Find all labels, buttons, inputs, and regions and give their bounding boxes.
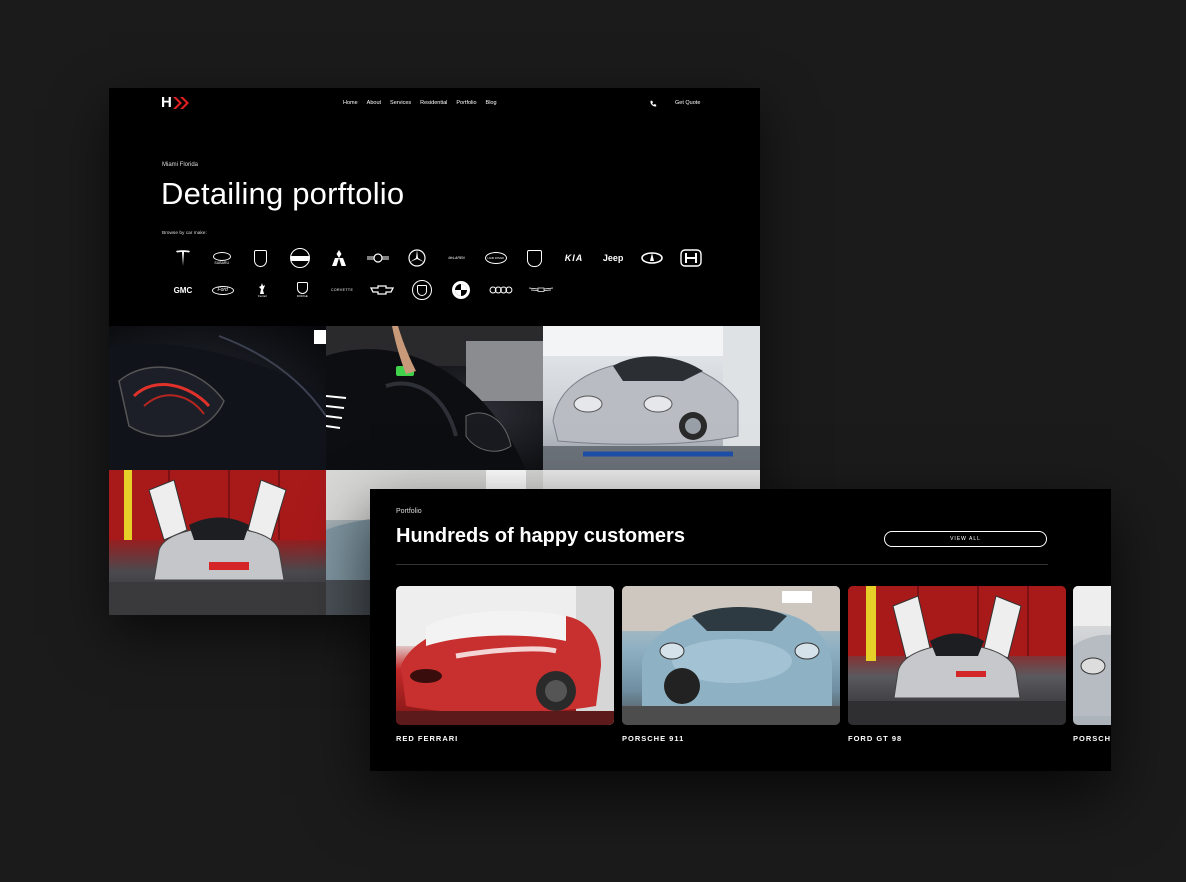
main-menu: Home About Services Residential Portfoli… <box>343 100 497 106</box>
mercedes-logo-icon[interactable] <box>398 247 437 269</box>
mclaren-wordmark: McLAREN <box>448 256 465 260</box>
nav-home[interactable]: Home <box>343 100 358 106</box>
porsche-logo-icon[interactable] <box>241 247 280 269</box>
get-quote-link[interactable]: Get Quote <box>675 100 700 106</box>
page-title: Detailing porftolio <box>161 176 405 211</box>
nav-services[interactable]: Services <box>390 100 411 106</box>
brand-row-1: SUBARU McLAREN LAND ROVER KIA Jeep <box>163 247 711 269</box>
photo-ford-gt[interactable] <box>109 470 326 615</box>
card-image-porsche[interactable] <box>1073 586 1111 725</box>
honda-logo-icon[interactable] <box>672 247 711 269</box>
ferrari-wordmark: Ferrari <box>258 293 267 298</box>
card-label: RED FERRARI <box>396 734 459 743</box>
corvette-wordmark: CORVETTE <box>330 288 354 292</box>
card-label: FORD GT 98 <box>848 734 903 743</box>
ford-logo-icon[interactable]: Ford <box>203 279 243 301</box>
mclaren-logo-icon[interactable]: McLAREN <box>437 247 476 269</box>
infiniti-logo-icon[interactable] <box>633 247 672 269</box>
card-image-porsche-911[interactable] <box>622 586 840 725</box>
portfolio-card[interactable]: PORSCHE <box>1073 586 1111 743</box>
dodge-logo-icon[interactable]: DODGE <box>282 279 322 301</box>
kia-logo-icon[interactable]: KIA <box>554 247 593 269</box>
portfolio-section-window: Portfolio Hundreds of happy customers VI… <box>370 489 1111 771</box>
brand-row-2: GMC Ford Ferrari DODGE CORVETTE <box>163 279 711 301</box>
view-all-button[interactable]: VIEW ALL <box>884 531 1047 547</box>
tesla-logo-icon[interactable] <box>163 247 202 269</box>
subaru-wordmark: SUBARU <box>214 260 229 265</box>
land-rover-wordmark: LAND ROVER <box>487 256 504 260</box>
phone-icon[interactable] <box>649 100 657 108</box>
card-image-red-ferrari[interactable] <box>396 586 614 725</box>
nav-blog[interactable]: Blog <box>486 100 497 106</box>
cadillac-logo-icon[interactable] <box>402 279 442 301</box>
subaru-logo-icon[interactable]: SUBARU <box>202 247 241 269</box>
photo-carbon-hood[interactable] <box>326 326 543 470</box>
ferrari-logo-icon[interactable]: Ferrari <box>243 279 283 301</box>
mini-logo-icon[interactable] <box>359 247 398 269</box>
chevrolet-logo-icon[interactable] <box>362 279 402 301</box>
card-label: PORSCHE <box>1073 734 1111 743</box>
dodge-wordmark: DODGE <box>296 294 308 298</box>
portfolio-card[interactable]: PORSCHE 911 <box>622 586 840 743</box>
portfolio-card[interactable]: FORD GT 98 <box>848 586 1066 743</box>
brand-filter: SUBARU McLAREN LAND ROVER KIA Jeep GMC F… <box>163 247 711 311</box>
bmw-logo-icon[interactable] <box>442 279 482 301</box>
gmc-wordmark: GMC <box>173 285 193 295</box>
nissan-logo-icon[interactable] <box>280 247 319 269</box>
location-eyebrow: Miami Florida <box>162 162 199 168</box>
gmc-logo-icon[interactable]: GMC <box>163 279 203 301</box>
kia-wordmark: KIA <box>564 253 584 263</box>
logo-letter: H <box>161 94 172 111</box>
card-label: PORSCHE 911 <box>622 734 685 743</box>
corvette-logo-icon[interactable]: CORVETTE <box>322 279 362 301</box>
jeep-logo-icon[interactable]: Jeep <box>594 247 633 269</box>
portfolio-carousel: RED FERRARI PORSCHE 911 FORD GT 98 PORSC… <box>396 586 1111 746</box>
mitsubishi-logo-icon[interactable] <box>320 247 359 269</box>
lamborghini-logo-icon[interactable] <box>515 247 554 269</box>
nav-about[interactable]: About <box>367 100 381 106</box>
photo-silver-supercar[interactable] <box>543 326 760 470</box>
card-image-ford-gt[interactable] <box>848 586 1066 725</box>
portfolio-eyebrow: Portfolio <box>396 508 422 515</box>
logo-chevron-icon <box>172 97 189 109</box>
site-logo[interactable]: H <box>161 94 192 111</box>
land-rover-logo-icon[interactable]: LAND ROVER <box>476 247 515 269</box>
portfolio-card[interactable]: RED FERRARI <box>396 586 614 743</box>
nav-residential[interactable]: Residential <box>420 100 447 106</box>
portfolio-title: Hundreds of happy customers <box>396 525 685 547</box>
aston-martin-logo-icon[interactable] <box>521 279 561 301</box>
jeep-wordmark: Jeep <box>602 253 624 263</box>
photo-dark-headlight[interactable] <box>109 326 326 470</box>
top-nav: H Home About Services Residential Portfo… <box>109 88 760 118</box>
audi-logo-icon[interactable] <box>481 279 521 301</box>
browse-by-make-label: Browse by car make: <box>162 231 207 236</box>
ford-wordmark: Ford <box>217 287 228 293</box>
section-divider <box>396 564 1048 565</box>
nav-portfolio[interactable]: Portfolio <box>456 100 476 106</box>
